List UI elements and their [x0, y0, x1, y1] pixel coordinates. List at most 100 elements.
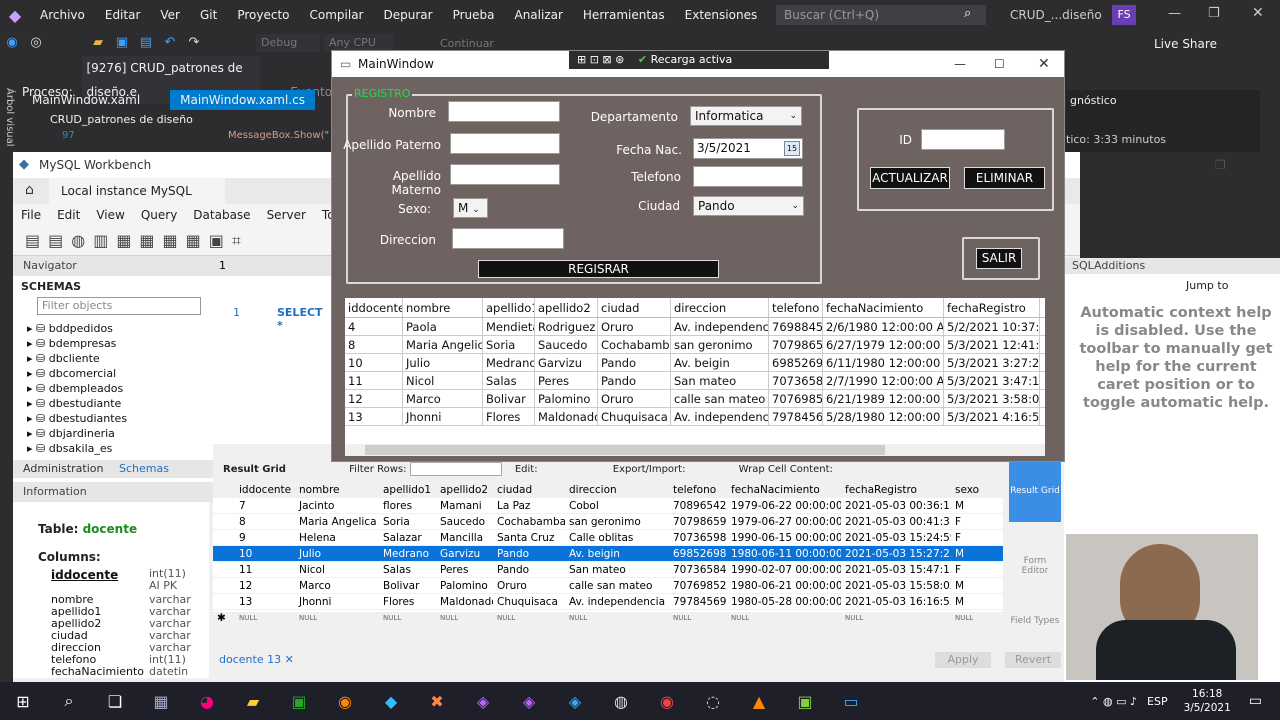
result-cell[interactable]: 1990-02-07 00:00:00	[727, 562, 841, 577]
datagrid-row[interactable]: 4 Paola Mendieta Rodriguez Oruro Av. independ…	[345, 318, 1045, 336]
datagrid-cell[interactable]: Av. independencia	[671, 318, 769, 335]
datagrid-cell[interactable]: 13	[345, 408, 403, 425]
language-indicator[interactable]: ESP	[1147, 695, 1168, 708]
undo-icon[interactable]: ↶	[160, 34, 180, 52]
result-cell[interactable]: 12	[235, 578, 295, 593]
schema-item[interactable]: ▸ ⛁ bdempresas	[13, 336, 213, 351]
result-cell[interactable]: Nicol	[295, 562, 379, 577]
filter-rows-input[interactable]	[409, 462, 502, 476]
datagrid-cell[interactable]: Pando	[598, 354, 671, 371]
result-cell[interactable]: 79784569	[669, 594, 727, 609]
datagrid-cell[interactable]: Marco	[403, 390, 483, 407]
result-cell[interactable]: Av. independencia	[565, 594, 669, 609]
result-grid[interactable]: iddocente nombre apellido1 apellido2 ciudad d…	[213, 482, 1003, 626]
save-icon[interactable]: ▣	[112, 34, 132, 52]
tab-schemas[interactable]: Schemas	[107, 462, 169, 475]
wb-restore-icon[interactable]: ❐	[1215, 152, 1226, 178]
debug-combo[interactable]: Debug	[256, 34, 320, 52]
null-cell[interactable]: NULL	[235, 610, 295, 625]
row-gutter[interactable]	[213, 530, 235, 545]
menu-herramientas[interactable]: Herramientas	[573, 0, 675, 30]
datagrid-cell[interactable]: Medrano	[483, 354, 535, 371]
datagrid-row[interactable]: 13 Jhonni Flores Maldonado Chuquisaca Av. ind…	[345, 408, 1045, 426]
paint-icon[interactable]: ◕	[184, 682, 230, 720]
result-cell[interactable]: M	[951, 594, 985, 609]
null-cell[interactable]: NULL	[565, 610, 669, 625]
vscode-icon[interactable]: ◈	[552, 682, 598, 720]
apply-button[interactable]: Apply	[935, 652, 991, 668]
datagrid-cell[interactable]: 5/28/1980 12:00:00 AM	[823, 408, 944, 425]
datagrid-cell[interactable]: 5/2/2021 10:37:06	[944, 318, 1040, 335]
menu-ver[interactable]: Ver	[150, 0, 190, 30]
editor-tab-1[interactable]: 1	[213, 259, 226, 272]
datagrid-cell[interactable]: 6/21/1989 12:00:00 AM	[823, 390, 944, 407]
result-cell[interactable]: Jacinto	[295, 498, 379, 513]
sexo-combo[interactable]: M ⌄	[453, 198, 488, 218]
null-cell[interactable]: NULL	[951, 610, 985, 625]
datagrid-cell[interactable]: 5/3/2021 3:27:25 F	[944, 354, 1040, 371]
tab-mainwindow-xaml-cs[interactable]: MainWindow.xaml.cs	[170, 90, 315, 110]
chrome-icon[interactable]: ◉	[644, 682, 690, 720]
windows-start-icon[interactable]: ⊞	[0, 682, 46, 720]
datagrid-cell[interactable]: Julio	[403, 354, 483, 371]
input-apellido-materno[interactable]	[450, 164, 560, 185]
result-column-header[interactable]: sexo	[951, 482, 985, 497]
result-cell[interactable]: 70798659	[669, 514, 727, 529]
result-cell[interactable]: Maria Angelica	[295, 514, 379, 529]
datagrid-row[interactable]: 10 Julio Medrano Garvizu Pando Av. beigin 6985…	[345, 354, 1045, 372]
search-icon[interactable]: ⌕	[46, 682, 92, 720]
mw-maximize-icon[interactable]: ☐	[994, 51, 1005, 77]
datagrid-cell[interactable]: Paola	[403, 318, 483, 335]
result-column-header[interactable]: iddocente	[235, 482, 295, 497]
result-cell[interactable]: Mamani	[436, 498, 493, 513]
excel-icon[interactable]: ▣	[276, 682, 322, 720]
result-cell[interactable]: 1980-06-11 00:00:00	[727, 546, 841, 561]
result-cell[interactable]: Calle oblitas	[565, 530, 669, 545]
result-cell[interactable]: Oruro	[493, 578, 565, 593]
row-gutter[interactable]	[213, 562, 235, 577]
result-cell[interactable]: 70736584	[669, 562, 727, 577]
result-column-header[interactable]: apellido2	[436, 482, 493, 497]
datagrid-cell[interactable]: 2/6/1980 12:00:00 AM	[823, 318, 944, 335]
schema-item[interactable]: ▸ ⛁ dbestudiante	[13, 396, 213, 411]
wb-menu-edit[interactable]: Edit	[49, 208, 88, 222]
hot-reload-tools-icon[interactable]: ⊞ ⊡ ⊠ ⊛	[577, 53, 624, 66]
app-icon[interactable]: ◍	[598, 682, 644, 720]
result-cell[interactable]: 2021-05-03 00:36:15	[841, 498, 951, 513]
datagrid-cell[interactable]: 76988455	[769, 318, 823, 335]
result-cell[interactable]: Marco	[295, 578, 379, 593]
forward-icon[interactable]: ◎	[26, 34, 46, 52]
result-tab-docente[interactable]: docente 13 ✕	[219, 653, 294, 666]
datagrid-cell[interactable]: San mateo	[671, 372, 769, 389]
datagrid-cell[interactable]: 70769852	[769, 390, 823, 407]
wb-menu-view[interactable]: View	[88, 208, 132, 222]
result-cell[interactable]: 8	[235, 514, 295, 529]
result-cell[interactable]: F	[951, 514, 985, 529]
mw-minimize-icon[interactable]: —	[954, 51, 966, 77]
datagrid-cell[interactable]: 5/3/2021 12:41:31	[944, 336, 1040, 353]
result-cell[interactable]: Av. beigin	[565, 546, 669, 561]
clock[interactable]: 16:18 3/5/2021	[1184, 687, 1231, 715]
datagrid-cell[interactable]: Peres	[535, 372, 598, 389]
schema-item[interactable]: ▸ ⛁ bddpedidos	[13, 321, 213, 336]
redo-icon[interactable]: ↷	[184, 34, 204, 52]
datagrid-cell[interactable]: 5/3/2021 3:47:13 F	[944, 372, 1040, 389]
result-row[interactable]: 7 Jacinto flores Mamani La Paz Cobol 70896542 1…	[213, 498, 1003, 514]
datagrid-cell[interactable]: Bolivar	[483, 390, 535, 407]
result-cell[interactable]: 2021-05-03 00:41:31	[841, 514, 951, 529]
result-column-header[interactable]: apellido1	[379, 482, 436, 497]
menu-analizar[interactable]: Analizar	[504, 0, 572, 30]
search-icon[interactable]: ⌕	[964, 6, 971, 21]
result-cell[interactable]: Jhonni	[295, 594, 379, 609]
null-cell[interactable]: NULL	[493, 610, 565, 625]
wb-menu-server[interactable]: Server	[259, 208, 314, 222]
result-cell[interactable]: Salazar	[379, 530, 436, 545]
datagrid-cell[interactable]: Salas	[483, 372, 535, 389]
eliminar-button[interactable]: ELIMINAR	[964, 167, 1045, 189]
datagrid-cell[interactable]: Soria	[483, 336, 535, 353]
notifications-icon[interactable]: ▭	[1249, 693, 1262, 709]
datagrid-cell[interactable]: 6/27/1979 12:00:00 AM	[823, 336, 944, 353]
result-cell[interactable]: 2021-05-03 15:58:02	[841, 578, 951, 593]
firefox-icon[interactable]: ◉	[322, 682, 368, 720]
datagrid-cell[interactable]: Palomino	[535, 390, 598, 407]
